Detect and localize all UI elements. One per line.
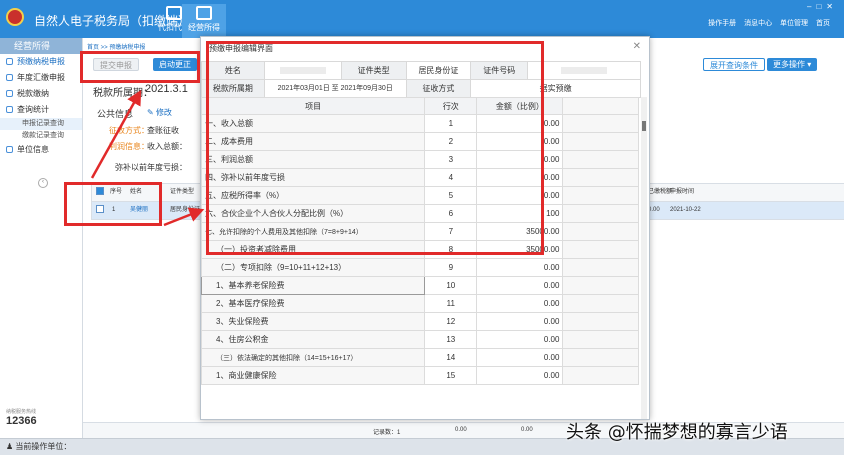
amount-input[interactable]: 35000.00 bbox=[476, 240, 564, 259]
payment-icon bbox=[6, 90, 13, 98]
amount-input[interactable]: 0.00 bbox=[476, 312, 564, 331]
item-row-7: 七、允许扣除的个人费用及其他扣除（7=8+9+14） 7 35000.00 bbox=[200, 222, 639, 241]
period-value: 2021.3.1 bbox=[145, 83, 188, 95]
business-income-icon bbox=[196, 6, 212, 20]
query-icon bbox=[6, 106, 13, 114]
item-row-12: 3、失业保险费 12 0.00 bbox=[200, 312, 639, 331]
top-links: 操作手册 消息中心 单位管理 首页 bbox=[702, 18, 830, 28]
unit-manage-link[interactable]: 单位管理 bbox=[780, 20, 808, 27]
item-row-6: 六、合伙企业个人合伙人分配比例（%） 6 100 bbox=[200, 204, 639, 223]
amount-input[interactable]: 0.00 bbox=[476, 294, 564, 313]
amount-input[interactable]: 0.00 bbox=[476, 348, 564, 367]
sidebar-item-unit-info[interactable]: 单位信息 bbox=[0, 142, 82, 158]
item-row-3: 三、利润总额 3 0.00 bbox=[200, 150, 639, 169]
sidebar-subitem-declare-records[interactable]: 申报记录查询 bbox=[0, 118, 82, 130]
item-row-2: 二、成本费用 2 0.00 bbox=[200, 132, 639, 151]
name-redacted bbox=[279, 67, 326, 75]
collect-method-label: 征收方式： bbox=[109, 126, 149, 135]
sidebar-header: 经营所得 bbox=[0, 38, 82, 54]
amount-input[interactable]: 0.00 bbox=[476, 186, 564, 205]
hotline-logo: 纳税服务热线 12366 bbox=[6, 409, 37, 427]
more-actions-button[interactable]: 更多操作 ▾ bbox=[767, 58, 818, 71]
items-table: 项目 行次 金额（比例） 一、收入总额 1 0.00 二、成本费用 2 0.00 三、利… bbox=[200, 97, 641, 385]
scroll-thumb[interactable] bbox=[642, 121, 646, 131]
user-icon: ♟ bbox=[6, 442, 14, 451]
amount-input[interactable]: 0.00 bbox=[476, 258, 564, 277]
select-all-checkbox[interactable] bbox=[96, 187, 104, 196]
amount-input[interactable]: 0.00 bbox=[476, 366, 564, 385]
item-row-11: 2、基本医疗保险费 11 0.00 bbox=[200, 294, 639, 313]
row-checkbox[interactable] bbox=[96, 205, 104, 214]
collect-method-value: 查账征收 bbox=[147, 126, 179, 135]
amount-input[interactable]: 0.00 bbox=[476, 330, 564, 349]
manual-link[interactable]: 操作手册 bbox=[708, 20, 736, 27]
sidebar-item-prepay[interactable]: 预缴纳税申报 bbox=[0, 54, 82, 70]
taxpayer-info: 姓名 证件类型 居民身份证 证件号码 税款所属期 2021年03月01日 至 2… bbox=[201, 61, 641, 98]
submit-declare-button[interactable]: 提交申报 bbox=[93, 58, 139, 71]
amount-input[interactable]: 0.00 bbox=[476, 150, 564, 169]
close-icon[interactable]: ✕ bbox=[633, 41, 641, 52]
collapse-icon[interactable]: ‹ bbox=[38, 178, 48, 188]
amount-input[interactable]: 100 bbox=[476, 204, 564, 223]
amount-input[interactable]: 0.00 bbox=[476, 114, 564, 133]
amount-input[interactable]: 0.00 bbox=[476, 132, 564, 151]
edit-link[interactable]: ✎ 修改 bbox=[147, 107, 172, 118]
topnav-business-income[interactable]: 经营所得 bbox=[182, 4, 226, 38]
prepay-edit-dialog: 预缴申报编辑界面 ✕ 姓名 证件类型 居民身份证 证件号码 税款所属期 2021… bbox=[200, 36, 650, 420]
sidebar-item-annual[interactable]: 年度汇缴申报 bbox=[0, 70, 82, 86]
item-row-4: 四、弥补以前年度亏损 4 0.00 bbox=[200, 168, 639, 187]
home-link[interactable]: 首页 bbox=[816, 20, 830, 27]
id-number-redacted bbox=[561, 67, 608, 75]
profit-info-label: 利润信息： bbox=[109, 142, 149, 151]
item-row-10: 1、基本养老保险费 10 0.00 bbox=[200, 276, 639, 295]
method-value: 据实预缴 bbox=[470, 79, 641, 98]
public-info-heading: 公共信息 bbox=[97, 109, 134, 119]
amount-input[interactable]: 0.00 bbox=[476, 276, 564, 295]
sidebar-item-payment[interactable]: 税款缴纳 bbox=[0, 86, 82, 102]
dialog-scrollbar[interactable] bbox=[641, 97, 647, 419]
amount-input[interactable]: 0.00 bbox=[476, 168, 564, 187]
window-controls[interactable]: –□✕ bbox=[807, 2, 838, 11]
loss-offset-label: 弥补以前年度亏损： bbox=[115, 163, 187, 172]
dialog-title: 预缴申报编辑界面 bbox=[209, 44, 273, 53]
withholding-icon bbox=[166, 6, 182, 20]
item-row-14: （三）依法确定的其他扣除（14=15+16+17） 14 0.00 bbox=[200, 348, 639, 367]
period-range: 2021年03月01日 至 2021年09月30日 bbox=[263, 79, 407, 98]
sidebar: 经营所得 预缴纳税申报 年度汇缴申报 税款缴纳 查询统计 申报记录查询 缴款记录… bbox=[0, 38, 83, 438]
item-row-13: 4、住房公积金 13 0.00 bbox=[200, 330, 639, 349]
annual-icon bbox=[6, 74, 13, 82]
watermark: 头条 @怀揣梦想的寡言少语 bbox=[566, 422, 788, 443]
item-row-15: 1、商业健康保险 15 0.00 bbox=[200, 366, 639, 385]
amount-input[interactable]: 35000.00 bbox=[476, 222, 564, 241]
item-row-5: 五、应税所得率（%） 5 0.00 bbox=[200, 186, 639, 205]
unit-icon bbox=[6, 146, 13, 154]
tax-emblem-icon bbox=[6, 8, 24, 26]
declare-icon bbox=[6, 58, 13, 66]
title-bar: 自然人电子税务局（扣缴端） 代扣代缴 经营所得 操作手册 消息中心 单位管理 首… bbox=[0, 0, 844, 38]
items-header: 项目 行次 金额（比例） bbox=[200, 97, 639, 115]
item-row-8: （一）投资者减除费用 8 35000.00 bbox=[200, 240, 639, 259]
period-label: 税款所属期： bbox=[93, 88, 153, 99]
breadcrumb[interactable]: 首页 >> 预缴纳税申报 bbox=[87, 42, 145, 51]
item-row-9: （二）专项扣除（9=10+11+12+13） 9 0.00 bbox=[200, 258, 639, 277]
profit-info-value: 收入总额： bbox=[147, 142, 187, 151]
message-link[interactable]: 消息中心 bbox=[744, 20, 772, 27]
sidebar-subitem-payment-records[interactable]: 缴款记录查询 bbox=[0, 130, 82, 142]
sidebar-item-query[interactable]: 查询统计 bbox=[0, 102, 82, 118]
expand-query-button[interactable]: 展开查询条件 bbox=[703, 58, 765, 71]
item-row-1: 一、收入总额 1 0.00 bbox=[200, 114, 639, 133]
start-correction-button[interactable]: 启动更正 bbox=[153, 58, 197, 71]
